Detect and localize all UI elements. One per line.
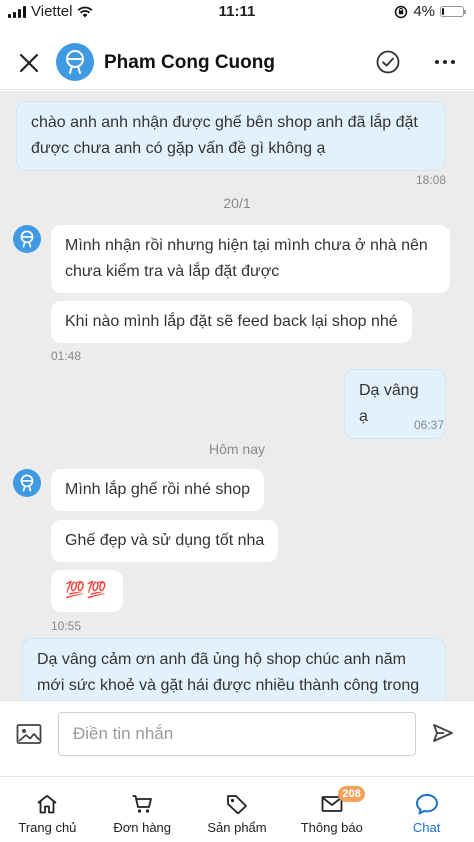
message-bubble-incoming[interactable]: Khi nào mình lắp đặt sẽ feed back lại sh… [51, 301, 412, 343]
notification-badge: 208 [338, 786, 365, 802]
avatar-icon [66, 50, 84, 74]
message-bubble-incoming[interactable]: Mình nhận rồi nhưng hiện tại mình chưa ở… [51, 225, 450, 293]
battery-level [442, 8, 444, 15]
message-bubble-incoming[interactable]: 💯💯 [51, 570, 123, 612]
contact-avatar[interactable] [56, 43, 94, 81]
more-dot [451, 60, 455, 64]
more-button[interactable] [428, 50, 462, 74]
message-composer [0, 700, 474, 766]
status-bar: Viettel 11:11 4% [0, 0, 474, 26]
bottom-nav: Trang chủ Đơn hàng Sản phẩm 208 Thông bá… [0, 776, 474, 842]
check-circle-icon [376, 50, 400, 74]
avatar-icon [20, 230, 34, 248]
check-button[interactable] [374, 48, 402, 76]
send-icon [433, 724, 453, 742]
close-icon [19, 53, 39, 73]
chat-area[interactable]: chào anh anh nhận được ghế bên shop anh … [0, 91, 474, 700]
message-bubble-outgoing[interactable]: Dạ vâng cảm ơn anh đã ủng hộ shop chúc a… [22, 638, 446, 700]
message-input[interactable] [58, 712, 416, 756]
nav-label: Đơn hàng [113, 820, 172, 835]
message-time: 18:08 [416, 173, 447, 187]
send-button[interactable] [432, 723, 456, 745]
nav-chat[interactable]: Chat [379, 777, 474, 842]
message-bubble-outgoing[interactable]: chào anh anh nhận được ghế bên shop anh … [16, 101, 446, 171]
message-time: 06:37 [414, 418, 445, 432]
date-separator: 20/1 [223, 195, 251, 211]
nav-home[interactable]: Trang chủ [0, 777, 95, 842]
customer-avatar[interactable] [13, 469, 41, 497]
contact-name[interactable]: Pham Cong Cuong [104, 52, 275, 74]
more-dot [443, 60, 447, 64]
nav-label: Thông báo [300, 820, 363, 835]
tag-icon [225, 793, 249, 815]
customer-avatar[interactable] [13, 225, 41, 253]
chat-icon [415, 793, 439, 815]
nav-orders[interactable]: Đơn hàng [95, 777, 190, 842]
date-separator: Hôm nay [208, 441, 266, 457]
nav-label: Chat [412, 820, 441, 835]
more-dots-icon [435, 60, 439, 64]
nav-label: Sản phẩm [207, 820, 267, 835]
image-button[interactable] [16, 723, 42, 745]
home-icon [35, 793, 59, 815]
nav-products[interactable]: Sản phẩm [190, 777, 285, 842]
cart-icon [130, 793, 154, 815]
message-time: 10:55 [51, 619, 82, 633]
message-bubble-incoming[interactable]: Mình lắp ghế rồi nhé shop [51, 469, 265, 511]
status-right: 4% [394, 3, 466, 20]
battery-percent: 4% [413, 3, 435, 20]
message-bubble-incoming[interactable]: Ghế đẹp và sử dụng tốt nha [51, 520, 279, 562]
orientation-lock-icon [395, 5, 408, 18]
close-button[interactable] [14, 48, 44, 78]
nav-notifications[interactable]: 208 Thông báo [284, 777, 379, 842]
battery-icon [440, 6, 466, 17]
chat-header: Pham Cong Cuong [0, 26, 474, 90]
nav-label: Trang chủ [18, 820, 77, 835]
image-icon [16, 724, 42, 744]
avatar-icon [20, 474, 34, 492]
message-time: 01:48 [51, 349, 82, 363]
